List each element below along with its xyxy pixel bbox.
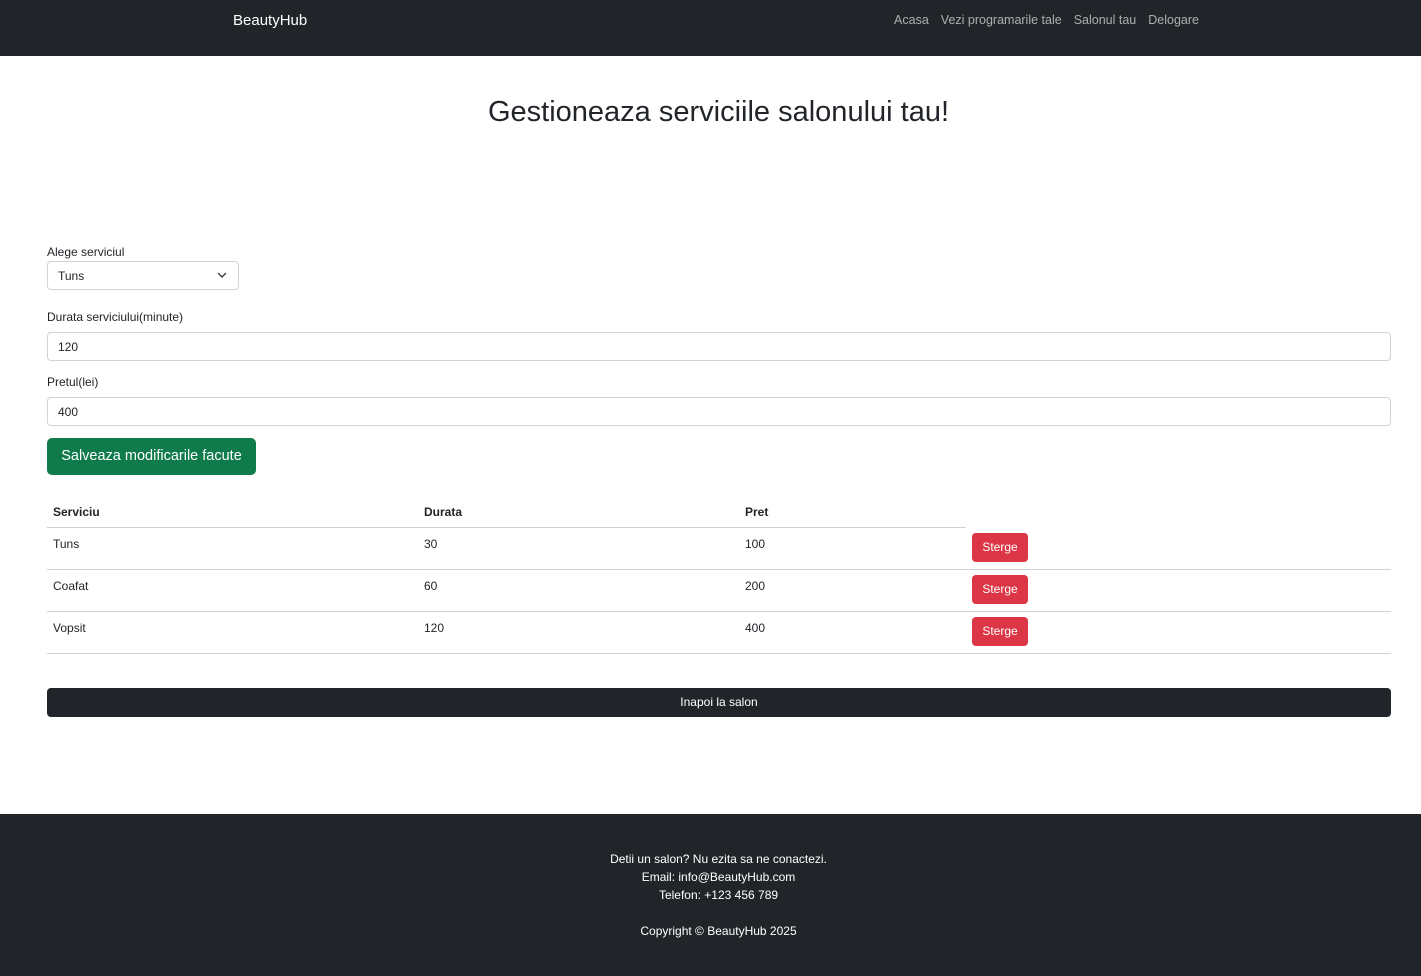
table-row: Tuns 30 100 Sterge <box>47 528 1391 570</box>
footer-copyright: Copyright © BeautyHub 2025 <box>640 924 797 938</box>
cell-price: 100 <box>745 537 766 551</box>
price-input-value: 400 <box>58 405 79 419</box>
column-header-duration: Durata <box>424 505 463 519</box>
navbar: BeautyHub Acasa Vezi programarile tale S… <box>0 0 1421 56</box>
price-label: Pretul(lei) <box>47 375 99 389</box>
table-row: Coafat 60 200 Sterge <box>47 570 1391 612</box>
nav-link-salon[interactable]: Salonul tau <box>1074 12 1137 28</box>
price-input[interactable]: 400 <box>47 397 1391 426</box>
footer-contact-text: Detii un salon? Nu ezita sa ne conactezi… <box>610 852 827 866</box>
column-header-service: Serviciu <box>53 505 100 519</box>
nav-link-acasa[interactable]: Acasa <box>894 12 929 28</box>
cell-price: 400 <box>745 621 766 635</box>
back-to-salon-button[interactable]: Inapoi la salon <box>47 688 1391 717</box>
delete-button[interactable]: Sterge <box>972 575 1028 604</box>
column-header-price: Pret <box>745 505 769 519</box>
service-select-value: Tuns <box>58 269 85 283</box>
nav-links: Acasa Vezi programarile tale Salonul tau… <box>894 12 1199 28</box>
footer-phone: Telefon: +123 456 789 <box>658 888 779 902</box>
duration-input[interactable]: 120 <box>47 332 1391 361</box>
nav-link-programari[interactable]: Vezi programarile tale <box>941 12 1062 28</box>
cell-service: Tuns <box>53 537 80 551</box>
chevron-down-icon <box>217 272 227 278</box>
footer: Detii un salon? Nu ezita sa ne conactezi… <box>0 814 1421 976</box>
page-title: Gestioneaza serviciile salonului tau! <box>487 96 950 128</box>
service-select-label: Alege serviciul <box>47 245 125 259</box>
duration-label: Durata serviciului(minute) <box>47 310 184 324</box>
cell-service: Coafat <box>53 579 89 593</box>
cell-duration: 30 <box>424 537 438 551</box>
cell-price: 200 <box>745 579 766 593</box>
brand-logo[interactable]: BeautyHub <box>233 12 307 30</box>
nav-link-delogare[interactable]: Delogare <box>1148 12 1199 28</box>
service-select[interactable]: Tuns <box>47 261 239 290</box>
cell-service: Vopsit <box>53 621 86 635</box>
table-row: Vopsit 120 400 Sterge <box>47 612 1391 654</box>
cell-duration: 60 <box>424 579 438 593</box>
save-button[interactable]: Salveaza modificarile facute <box>47 438 256 475</box>
delete-button[interactable]: Sterge <box>972 617 1028 646</box>
delete-button[interactable]: Sterge <box>972 533 1028 562</box>
duration-input-value: 120 <box>58 340 79 354</box>
cell-duration: 120 <box>424 621 445 635</box>
footer-email: Email: info@BeautyHub.com <box>641 870 796 884</box>
